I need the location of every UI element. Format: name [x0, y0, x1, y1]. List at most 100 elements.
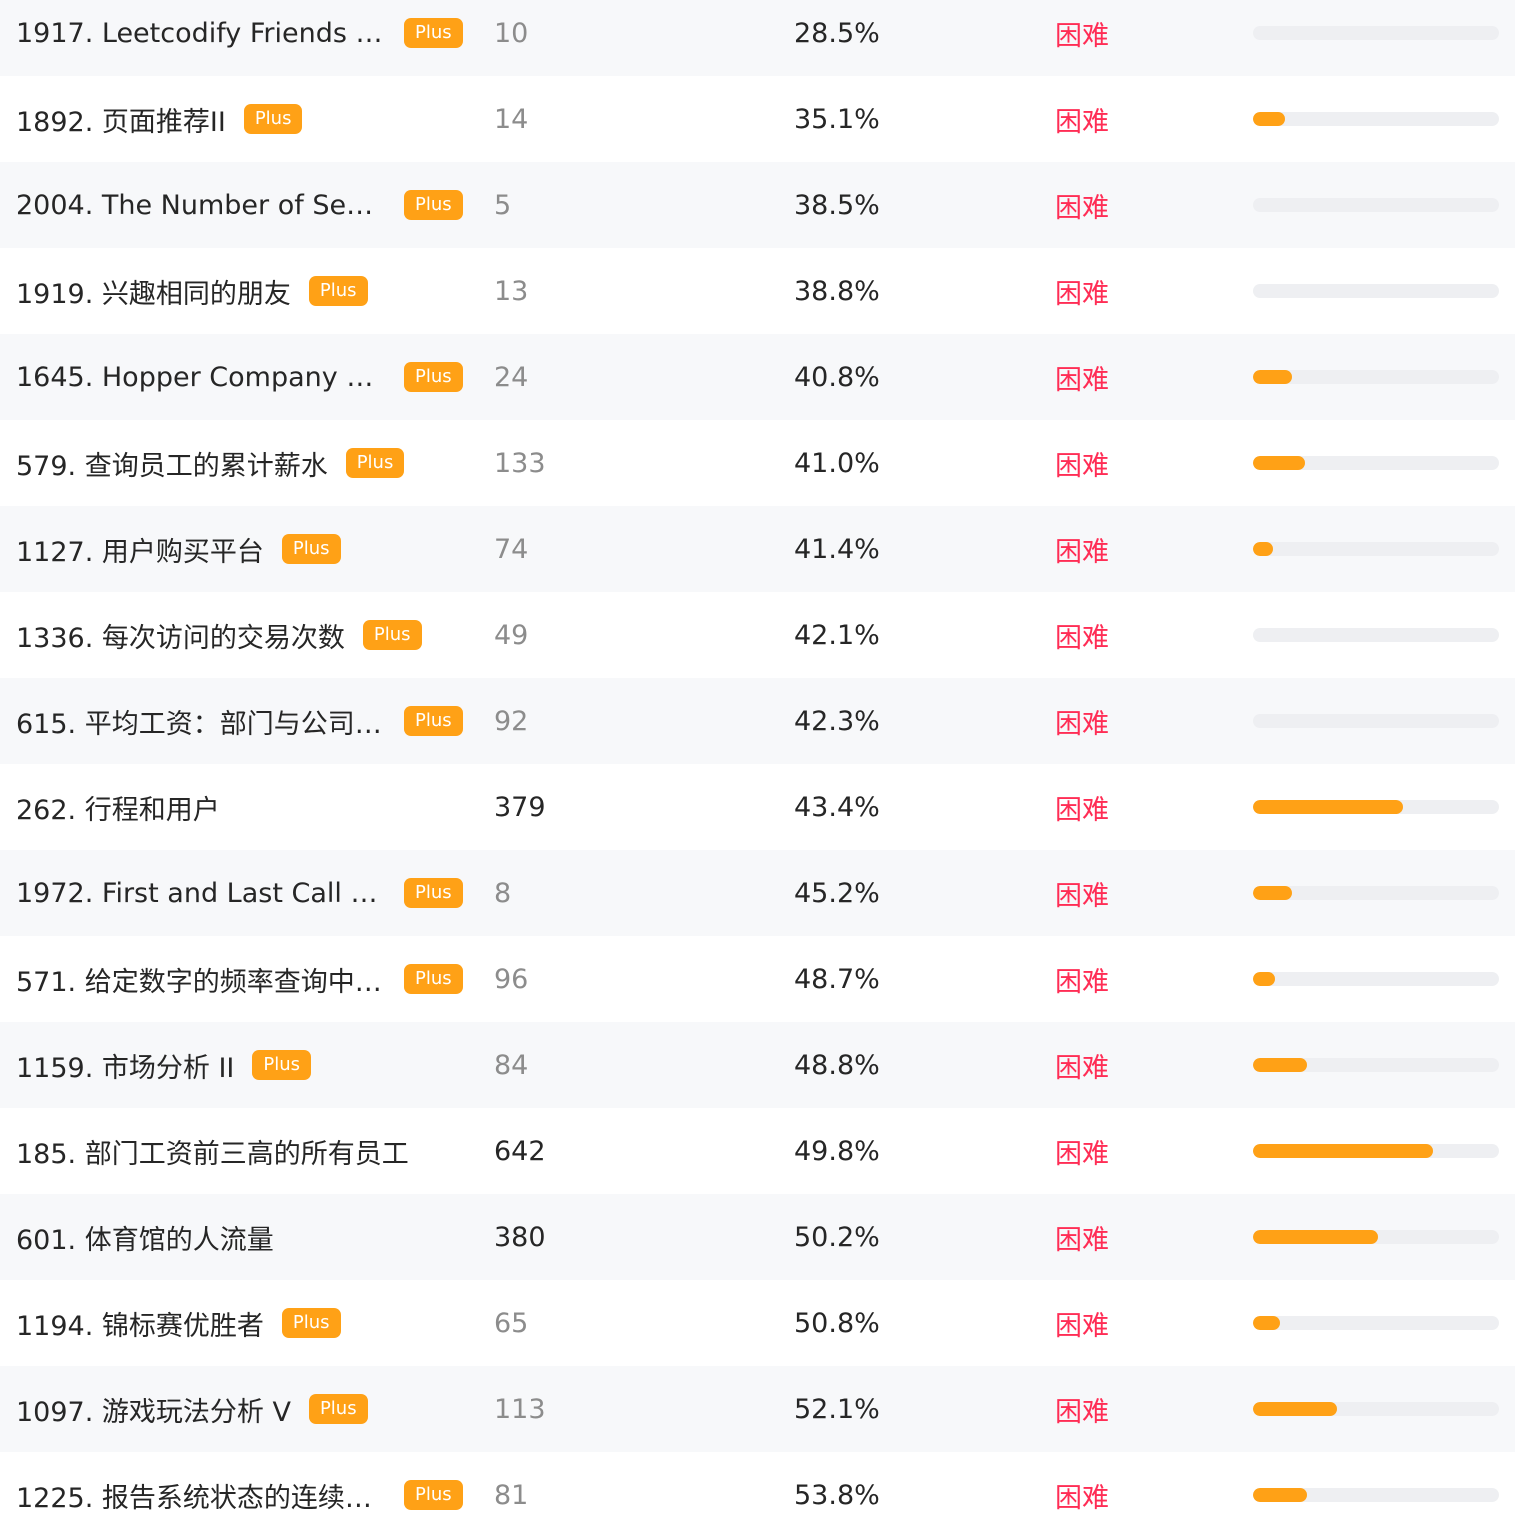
table-row[interactable]: 1917. Leetcodify Friends Recommendations… [0, 0, 1515, 76]
table-row[interactable]: 571. 给定数字的频率查询中位数 Plus 96 48.7% 困难 [0, 936, 1515, 1022]
problem-title-cell: 1159. 市场分析 II Plus [16, 1022, 461, 1108]
acceptance-rate: 52.1% [794, 1393, 880, 1425]
solution-count: 642 [494, 1135, 546, 1167]
difficulty-label: 困难 [1055, 536, 1109, 568]
frequency-bar [1253, 1230, 1499, 1244]
frequency-bar [1253, 542, 1499, 556]
table-row[interactable]: 2004. The Number of Seniors and Juniors … [0, 162, 1515, 248]
problem-title-link[interactable]: 1225. 报告系统状态的连续日期 [16, 1476, 386, 1515]
problem-title-link[interactable]: 2004. The Number of Seniors and Juniors … [16, 190, 386, 221]
table-row[interactable]: 1336. 每次访问的交易次数 Plus 49 42.1% 困难 [0, 592, 1515, 678]
problem-title-link[interactable]: 1645. Hopper Company Queries II [16, 362, 386, 393]
frequency-bar [1253, 886, 1499, 900]
difficulty-label: 困难 [1055, 708, 1109, 740]
problem-title-link[interactable]: 1159. 市场分析 II [16, 1046, 234, 1085]
frequency-bar [1253, 1144, 1499, 1158]
plus-badge: Plus [404, 706, 463, 736]
plus-badge: Plus [345, 448, 405, 478]
frequency-bar [1253, 714, 1499, 728]
difficulty-label: 困难 [1055, 1052, 1109, 1084]
problem-title-link[interactable]: 1972. First and Last Call On the Same Da… [16, 878, 386, 909]
problem-title-cell: 1097. 游戏玩法分析 V Plus [16, 1366, 461, 1452]
problem-title-cell: 1972. First and Last Call On the Same Da… [16, 850, 463, 936]
acceptance-rate: 48.8% [794, 1049, 880, 1081]
problem-title-cell: 579. 查询员工的累计薪水 Plus [16, 420, 461, 506]
frequency-bar-fill [1253, 112, 1285, 126]
frequency-bar-fill [1253, 1402, 1337, 1416]
table-row[interactable]: 601. 体育馆的人流量 380 50.2% 困难 [0, 1194, 1515, 1280]
table-row[interactable]: 1892. 页面推荐II Plus 14 35.1% 困难 [0, 76, 1515, 162]
table-row[interactable]: 1159. 市场分析 II Plus 84 48.8% 困难 [0, 1022, 1515, 1108]
frequency-bar [1253, 456, 1499, 470]
frequency-bar [1253, 198, 1499, 212]
problem-title-link[interactable]: 615. 平均工资：部门与公司比较 [16, 702, 386, 741]
solution-count: 380 [494, 1221, 546, 1253]
problem-title-link[interactable]: 1892. 页面推荐II [16, 100, 226, 139]
frequency-bar [1253, 800, 1499, 814]
difficulty-label: 困难 [1055, 1482, 1109, 1514]
solution-count: 13 [494, 275, 529, 307]
solution-count: 49 [494, 619, 529, 651]
frequency-bar [1253, 1058, 1499, 1072]
plus-badge: Plus [404, 1480, 463, 1510]
plus-badge: Plus [252, 1050, 312, 1080]
problem-title-link[interactable]: 1127. 用户购买平台 [16, 530, 264, 569]
problem-title-cell: 262. 行程和用户 [16, 764, 461, 850]
table-row[interactable]: 579. 查询员工的累计薪水 Plus 133 41.0% 困难 [0, 420, 1515, 506]
difficulty-label: 困难 [1055, 192, 1109, 224]
frequency-bar-fill [1253, 456, 1305, 470]
acceptance-rate: 38.8% [794, 275, 880, 307]
acceptance-rate: 43.4% [794, 791, 880, 823]
plus-badge: Plus [362, 620, 422, 650]
plus-badge: Plus [404, 964, 463, 994]
frequency-bar-fill [1253, 800, 1404, 814]
problem-title-link[interactable]: 1917. Leetcodify Friends Recommendations [16, 18, 386, 49]
table-row[interactable]: 185. 部门工资前三高的所有员工 642 49.8% 困难 [0, 1108, 1515, 1194]
problem-title-link[interactable]: 601. 体育馆的人流量 [16, 1218, 274, 1257]
difficulty-label: 困难 [1055, 622, 1109, 654]
plus-badge: Plus [243, 104, 303, 134]
solution-count: 24 [494, 361, 529, 393]
table-row[interactable]: 262. 行程和用户 379 43.4% 困难 [0, 764, 1515, 850]
acceptance-rate: 50.2% [794, 1221, 880, 1253]
table-row[interactable]: 1972. First and Last Call On the Same Da… [0, 850, 1515, 936]
problem-title-link[interactable]: 1194. 锦标赛优胜者 [16, 1304, 264, 1343]
problem-title-link[interactable]: 1336. 每次访问的交易次数 [16, 616, 345, 655]
problem-title-cell: 1194. 锦标赛优胜者 Plus [16, 1280, 461, 1366]
acceptance-rate: 41.0% [794, 447, 880, 479]
solution-count: 92 [494, 705, 529, 737]
acceptance-rate: 53.8% [794, 1479, 880, 1511]
difficulty-label: 困难 [1055, 106, 1109, 138]
table-row[interactable]: 1127. 用户购买平台 Plus 74 41.4% 困难 [0, 506, 1515, 592]
table-row[interactable]: 1194. 锦标赛优胜者 Plus 65 50.8% 困难 [0, 1280, 1515, 1366]
acceptance-rate: 45.2% [794, 877, 880, 909]
problem-title-link[interactable]: 1097. 游戏玩法分析 V [16, 1390, 291, 1429]
frequency-bar [1253, 370, 1499, 384]
problem-title-cell: 1892. 页面推荐II Plus [16, 76, 461, 162]
frequency-bar [1253, 628, 1499, 642]
frequency-bar-fill [1253, 1144, 1433, 1158]
acceptance-rate: 42.1% [794, 619, 880, 651]
problem-title-link[interactable]: 185. 部门工资前三高的所有员工 [16, 1132, 409, 1171]
problem-title-cell: 1917. Leetcodify Friends Recommendations… [16, 0, 463, 76]
problem-title-link[interactable]: 571. 给定数字的频率查询中位数 [16, 960, 386, 999]
frequency-bar [1253, 284, 1499, 298]
table-row[interactable]: 615. 平均工资：部门与公司比较 Plus 92 42.3% 困难 [0, 678, 1515, 764]
table-row[interactable]: 1225. 报告系统状态的连续日期 Plus 81 53.8% 困难 [0, 1452, 1515, 1528]
plus-badge: Plus [404, 878, 463, 908]
table-row[interactable]: 1097. 游戏玩法分析 V Plus 113 52.1% 困难 [0, 1366, 1515, 1452]
problem-title-link[interactable]: 262. 行程和用户 [16, 788, 220, 827]
table-row[interactable]: 1645. Hopper Company Queries II Plus 24 40.… [0, 334, 1515, 420]
problem-title-cell: 1645. Hopper Company Queries II Plus [16, 334, 463, 420]
plus-badge: Plus [308, 276, 368, 306]
solution-count: 65 [494, 1307, 529, 1339]
problem-title-link[interactable]: 1919. 兴趣相同的朋友 [16, 272, 291, 311]
plus-badge: Plus [281, 1308, 341, 1338]
problem-title-cell: 601. 体育馆的人流量 [16, 1194, 461, 1280]
plus-badge: Plus [404, 18, 463, 48]
solution-count: 379 [494, 791, 546, 823]
frequency-bar-fill [1253, 1058, 1308, 1072]
table-row[interactable]: 1919. 兴趣相同的朋友 Plus 13 38.8% 困难 [0, 248, 1515, 334]
problem-title-link[interactable]: 579. 查询员工的累计薪水 [16, 444, 328, 483]
difficulty-label: 困难 [1055, 20, 1109, 52]
